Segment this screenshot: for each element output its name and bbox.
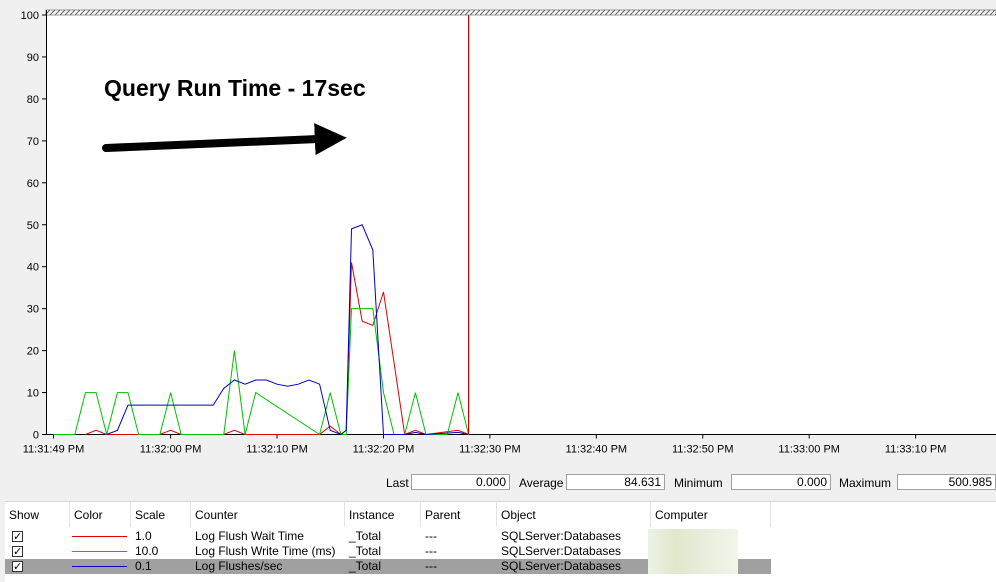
- counter-cell: Log Flush Write Time (ms): [195, 544, 336, 558]
- color-swatch: [72, 566, 127, 567]
- y-tick-label: 100: [21, 10, 39, 22]
- instance-cell: _Total: [349, 559, 382, 573]
- object-cell: SQLServer:Databases: [501, 559, 622, 573]
- maximum-value: 500.985: [897, 474, 996, 490]
- time-scale-bar: [45, 9, 996, 16]
- scale-cell: 10.0: [135, 544, 159, 558]
- header-computer[interactable]: Computer: [651, 502, 771, 527]
- y-tick-label: 70: [27, 136, 39, 148]
- x-axis-ticks: 11:31:49 PM 11:32:00 PM 11:32:10 PM 11:32:2…: [23, 434, 947, 456]
- x-tick-label: 11:32:40 PM: [566, 444, 628, 456]
- average-label: Average: [519, 476, 564, 490]
- computer-cell: [648, 529, 738, 544]
- y-tick-label: 90: [27, 52, 39, 64]
- y-axis-ticks: 0 10 20 30 40 50 60 70 80 90 100: [21, 10, 46, 442]
- color-swatch: [72, 551, 127, 552]
- x-tick-label: 11:32:20 PM: [353, 444, 415, 456]
- header-show[interactable]: Show: [5, 502, 70, 527]
- header-color[interactable]: Color: [70, 502, 131, 527]
- header-parent[interactable]: Parent: [421, 502, 497, 527]
- counter-cell: Log Flush Wait Time: [195, 529, 304, 543]
- performance-graph[interactable]: 0 10 20 30 40 50 60 70 80 90 100 11:31:49 PM 11:32:…: [0, 0, 996, 465]
- counter-row[interactable]: ✓ 1.0 Log Flush Wait Time _Total --- SQL…: [5, 529, 771, 544]
- object-cell: SQLServer:Databases: [501, 544, 622, 558]
- x-tick-label: 11:31:49 PM: [23, 444, 85, 456]
- y-tick-label: 50: [27, 220, 39, 232]
- show-checkbox[interactable]: ✓: [12, 531, 23, 542]
- minimum-value: 0.000: [731, 474, 831, 490]
- show-checkbox[interactable]: ✓: [12, 561, 23, 572]
- y-tick-label: 40: [27, 262, 39, 274]
- header-scale[interactable]: Scale: [131, 502, 191, 527]
- scale-cell: 0.1: [135, 559, 152, 573]
- instance-cell: _Total: [349, 544, 382, 558]
- y-tick-label: 80: [27, 94, 39, 106]
- x-tick-label: 11:32:30 PM: [459, 444, 521, 456]
- parent-cell: ---: [425, 544, 437, 558]
- x-tick-label: 11:32:00 PM: [140, 444, 202, 456]
- x-tick-label: 11:33:00 PM: [778, 444, 840, 456]
- minimum-label: Minimum: [674, 476, 723, 490]
- x-tick-label: 11:32:10 PM: [246, 444, 308, 456]
- y-tick-label: 30: [27, 304, 39, 316]
- scale-cell: 1.0: [135, 529, 152, 543]
- show-checkbox[interactable]: ✓: [12, 546, 23, 557]
- color-swatch: [72, 536, 127, 537]
- annotation-label: Query Run Time - 17sec: [104, 75, 366, 101]
- value-bar: Last 0.000 Average 84.631 Minimum 0.000 …: [0, 471, 996, 495]
- x-tick-label: 11:33:10 PM: [885, 444, 947, 456]
- maximum-label: Maximum: [839, 476, 892, 490]
- counter-list[interactable]: Show Color Scale Counter Instance Parent…: [5, 501, 996, 582]
- average-value: 84.631: [566, 474, 665, 490]
- y-tick-label: 60: [27, 178, 39, 190]
- header-counter[interactable]: Counter: [191, 502, 345, 527]
- parent-cell: ---: [425, 559, 437, 573]
- last-value: 0.000: [411, 474, 510, 490]
- header-object[interactable]: Object: [497, 502, 651, 527]
- header-instance[interactable]: Instance: [345, 502, 421, 527]
- graph-canvas[interactable]: 0 10 20 30 40 50 60 70 80 90 100 11:31:49 PM 11:32:…: [0, 0, 996, 465]
- object-cell: SQLServer:Databases: [501, 529, 622, 543]
- y-tick-label: 0: [33, 430, 39, 442]
- counter-row[interactable]: ✓ 10.0 Log Flush Write Time (ms) _Total …: [5, 544, 771, 559]
- y-tick-label: 10: [27, 388, 39, 400]
- counter-row-selected[interactable]: ✓ 0.1 Log Flushes/sec _Total --- SQLServ…: [5, 559, 771, 574]
- computer-cell: [648, 544, 738, 559]
- y-tick-label: 20: [27, 346, 39, 358]
- counter-cell: Log Flushes/sec: [195, 559, 283, 573]
- x-tick-label: 11:32:50 PM: [672, 444, 734, 456]
- computer-cell: [648, 559, 738, 574]
- parent-cell: ---: [425, 529, 437, 543]
- last-label: Last: [386, 476, 409, 490]
- instance-cell: _Total: [349, 529, 382, 543]
- plot-area: [46, 10, 996, 435]
